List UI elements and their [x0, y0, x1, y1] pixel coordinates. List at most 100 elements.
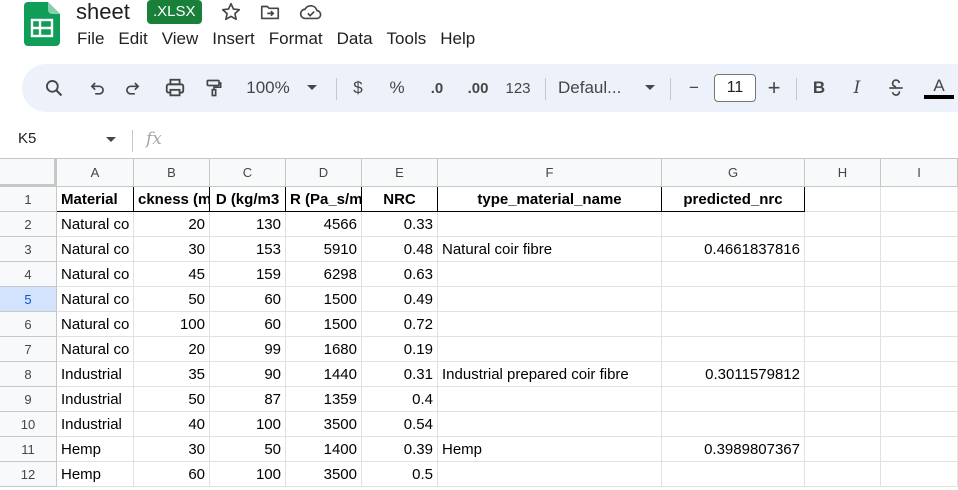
cell-g10[interactable] [662, 412, 805, 437]
row-header-3[interactable]: 3 [0, 237, 57, 262]
cell-a1[interactable]: Material [57, 187, 134, 212]
star-icon[interactable] [220, 1, 242, 23]
menu-view[interactable]: View [155, 28, 206, 50]
column-header-h[interactable]: H [805, 159, 881, 187]
cell-g12[interactable] [662, 462, 805, 487]
increase-font-size-button[interactable]: + [764, 75, 784, 100]
cell-c11[interactable]: 50 [210, 437, 286, 462]
cell-i3[interactable] [881, 237, 958, 262]
row-header-10[interactable]: 10 [0, 412, 57, 437]
cell-g4[interactable] [662, 262, 805, 287]
cell-d3[interactable]: 5910 [286, 237, 362, 262]
cell-f11[interactable]: Hemp [438, 437, 662, 462]
cell-i6[interactable] [881, 312, 958, 337]
cell-a10[interactable]: Industrial [57, 412, 134, 437]
decrease-font-size-button[interactable]: − [684, 76, 704, 100]
column-header-c[interactable]: C [210, 159, 286, 187]
document-title[interactable]: sheet [76, 0, 130, 25]
cell-b12[interactable]: 60 [134, 462, 210, 487]
row-header-6[interactable]: 6 [0, 312, 57, 337]
cell-g7[interactable] [662, 337, 805, 362]
print-icon[interactable] [162, 76, 188, 100]
column-header-b[interactable]: B [134, 159, 210, 187]
cell-e11[interactable]: 0.39 [362, 437, 438, 462]
italic-button[interactable]: I [846, 76, 868, 100]
cell-b10[interactable]: 40 [134, 412, 210, 437]
cell-e1[interactable]: NRC [362, 187, 438, 212]
cell-d12[interactable]: 3500 [286, 462, 362, 487]
column-header-a[interactable]: A [57, 159, 134, 187]
cloud-saved-icon[interactable] [299, 1, 322, 23]
cell-b1[interactable]: ckness (m [134, 187, 210, 212]
cell-f10[interactable] [438, 412, 662, 437]
cell-h7[interactable] [805, 337, 881, 362]
cell-b7[interactable]: 20 [134, 337, 210, 362]
cell-a3[interactable]: Natural co [57, 237, 134, 262]
menu-file[interactable]: File [70, 28, 111, 50]
cell-e6[interactable]: 0.72 [362, 312, 438, 337]
cell-c4[interactable]: 159 [210, 262, 286, 287]
row-header-7[interactable]: 7 [0, 337, 57, 362]
cell-d8[interactable]: 1440 [286, 362, 362, 387]
menu-format[interactable]: Format [262, 28, 330, 50]
font-family-select[interactable]: Defaul... [558, 76, 632, 100]
cell-g2[interactable] [662, 212, 805, 237]
formula-input[interactable] [180, 128, 950, 152]
cell-g6[interactable] [662, 312, 805, 337]
cell-e2[interactable]: 0.33 [362, 212, 438, 237]
cell-c12[interactable]: 100 [210, 462, 286, 487]
column-header-e[interactable]: E [362, 159, 438, 187]
row-header-2[interactable]: 2 [0, 212, 57, 237]
row-header-11[interactable]: 11 [0, 437, 57, 462]
cell-i11[interactable] [881, 437, 958, 462]
cell-a8[interactable]: Industrial [57, 362, 134, 387]
cell-f8[interactable]: Industrial prepared coir fibre [438, 362, 662, 387]
cell-h9[interactable] [805, 387, 881, 412]
cell-g11[interactable]: 0.3989807367 [662, 437, 805, 462]
cell-d1[interactable]: R (Pa_s/m [286, 187, 362, 212]
paint-format-icon[interactable] [202, 76, 226, 100]
cell-h5[interactable] [805, 287, 881, 312]
cell-f5[interactable] [438, 287, 662, 312]
cell-b2[interactable]: 20 [134, 212, 210, 237]
cell-b9[interactable]: 50 [134, 387, 210, 412]
cell-h11[interactable] [805, 437, 881, 462]
undo-icon[interactable] [84, 76, 108, 100]
cell-b8[interactable]: 35 [134, 362, 210, 387]
cell-f7[interactable] [438, 337, 662, 362]
cell-c6[interactable]: 60 [210, 312, 286, 337]
cell-i2[interactable] [881, 212, 958, 237]
cell-c10[interactable]: 100 [210, 412, 286, 437]
cell-i9[interactable] [881, 387, 958, 412]
cell-b11[interactable]: 30 [134, 437, 210, 462]
cell-h1[interactable] [805, 187, 881, 212]
row-header-12[interactable]: 12 [0, 462, 57, 487]
cell-a9[interactable]: Industrial [57, 387, 134, 412]
text-color-button[interactable]: A [924, 76, 954, 100]
cell-f3[interactable]: Natural coir fibre [438, 237, 662, 262]
cell-i10[interactable] [881, 412, 958, 437]
cell-e12[interactable]: 0.5 [362, 462, 438, 487]
name-box[interactable]: K5 [18, 130, 36, 147]
column-header-g[interactable]: G [662, 159, 805, 187]
cell-d6[interactable]: 1500 [286, 312, 362, 337]
row-header-4[interactable]: 4 [0, 262, 57, 287]
cell-b6[interactable]: 100 [134, 312, 210, 337]
cell-e4[interactable]: 0.63 [362, 262, 438, 287]
cell-d2[interactable]: 4566 [286, 212, 362, 237]
cell-e10[interactable]: 0.54 [362, 412, 438, 437]
cell-e3[interactable]: 0.48 [362, 237, 438, 262]
cell-b5[interactable]: 50 [134, 287, 210, 312]
cell-c2[interactable]: 130 [210, 212, 286, 237]
cell-c3[interactable]: 153 [210, 237, 286, 262]
cell-h12[interactable] [805, 462, 881, 487]
cell-f1[interactable]: type_material_name [438, 187, 662, 212]
cell-b3[interactable]: 30 [134, 237, 210, 262]
cell-f9[interactable] [438, 387, 662, 412]
cell-d10[interactable]: 3500 [286, 412, 362, 437]
menu-data[interactable]: Data [330, 28, 380, 50]
cell-i4[interactable] [881, 262, 958, 287]
cell-d5[interactable]: 1500 [286, 287, 362, 312]
cell-g3[interactable]: 0.4661837816 [662, 237, 805, 262]
zoom-dropdown-icon[interactable] [304, 76, 320, 100]
